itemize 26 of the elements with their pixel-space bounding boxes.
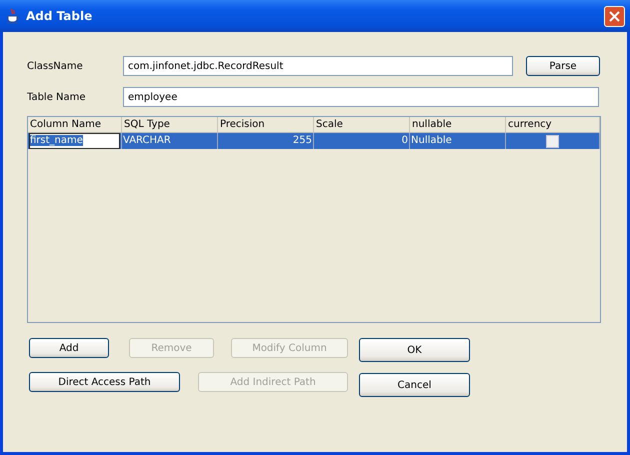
checkbox[interactable] bbox=[546, 134, 559, 148]
table-cell: 0 bbox=[402, 135, 408, 146]
parse-button[interactable]: Parse bbox=[526, 56, 600, 76]
window-title: Add Table bbox=[26, 9, 94, 23]
table-cell: Nullable bbox=[411, 135, 452, 146]
table-cell: VARCHAR bbox=[123, 135, 171, 146]
close-icon bbox=[609, 10, 620, 22]
text-field[interactable]: com.jinfonet.jdbc.RecordResult bbox=[123, 56, 513, 76]
field-label: ClassName bbox=[27, 60, 84, 72]
column-header[interactable]: nullable bbox=[410, 117, 506, 132]
column-header[interactable]: currency bbox=[506, 117, 600, 132]
action-button[interactable]: Add bbox=[29, 338, 109, 358]
dialog-button[interactable]: Cancel bbox=[359, 373, 470, 397]
column-header[interactable]: Scale bbox=[314, 117, 410, 132]
cell-editor[interactable]: first_name bbox=[29, 133, 120, 149]
text-field[interactable]: employee bbox=[123, 87, 599, 107]
column-header[interactable]: Column Name bbox=[28, 117, 122, 132]
close-button[interactable] bbox=[604, 6, 625, 26]
table-row[interactable]: first_name VARCHAR 255 0 Nullable bbox=[28, 133, 600, 149]
action-button[interactable]: Direct Access Path bbox=[29, 372, 180, 392]
column-header[interactable]: SQL Type bbox=[122, 117, 218, 132]
column-header[interactable]: Precision bbox=[218, 117, 314, 132]
table-cell: 255 bbox=[292, 135, 312, 146]
field-label: Table Name bbox=[27, 92, 87, 102]
coffee-cup-icon bbox=[6, 8, 20, 24]
dialog-button[interactable]: OK bbox=[359, 338, 470, 362]
